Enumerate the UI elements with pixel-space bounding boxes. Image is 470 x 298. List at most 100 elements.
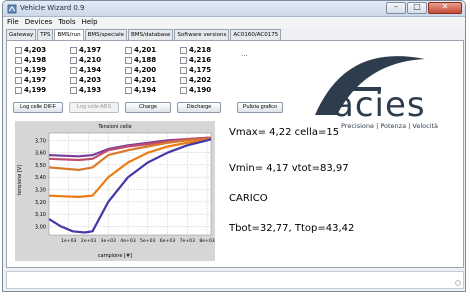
discharge-button[interactable]: Discharge bbox=[177, 102, 221, 113]
cell-item: 4,198 bbox=[15, 56, 46, 64]
cell-voltage: 4,197 bbox=[24, 76, 47, 84]
cell-item: 4,202 bbox=[180, 76, 211, 84]
log-diff-button[interactable]: Log celle DIFF bbox=[13, 102, 63, 113]
vmin-readout: Vmin= 4,17 vtot=83,97 bbox=[229, 163, 349, 174]
cell-checkbox[interactable] bbox=[70, 66, 77, 74]
cell-voltage: 4,203 bbox=[24, 46, 47, 54]
cell-checkbox[interactable] bbox=[70, 76, 77, 84]
y-tick-label: 3,40 bbox=[35, 175, 46, 181]
chart-x-axis-label: campione [#] bbox=[97, 253, 133, 259]
x-tick-label: 1e+03 bbox=[61, 238, 77, 244]
minimize-icon: – bbox=[394, 2, 398, 11]
cell-item: 4,190 bbox=[180, 86, 211, 94]
cell-item: 4,199 bbox=[15, 66, 46, 74]
vmax-readout: Vmax= 4,22 cella=15 bbox=[229, 127, 340, 138]
cell-checkbox[interactable] bbox=[180, 86, 187, 94]
charge-button[interactable]: Charge bbox=[125, 102, 171, 113]
cell-checkbox[interactable] bbox=[180, 76, 187, 84]
menu-help[interactable]: Help bbox=[82, 17, 98, 28]
cell-item: 4,201 bbox=[125, 46, 156, 54]
cell-voltage: 4,216 bbox=[189, 56, 212, 64]
cell-checkbox[interactable] bbox=[125, 76, 132, 84]
log-abs-button[interactable]: Log celle ABS bbox=[69, 102, 119, 113]
cell-checkbox[interactable] bbox=[180, 66, 187, 74]
tab-software-versions[interactable]: Software versions bbox=[174, 29, 230, 40]
cell-checkbox[interactable] bbox=[15, 56, 22, 64]
cell-voltage: 4,193 bbox=[79, 86, 102, 94]
status-bar bbox=[6, 271, 464, 289]
cell-checkbox[interactable] bbox=[15, 66, 22, 74]
cell-checkbox[interactable] bbox=[125, 86, 132, 94]
x-tick-label: 8e+03 bbox=[199, 238, 215, 244]
acies-logo: acies Precisione | Potenza | Velocità bbox=[315, 56, 438, 130]
cell-item: 4,175 bbox=[180, 66, 211, 74]
cell-checkbox[interactable] bbox=[70, 56, 77, 64]
tab-bms-database[interactable]: BMS/database bbox=[128, 29, 174, 40]
app-icon bbox=[7, 4, 17, 14]
cell-voltage: 4,202 bbox=[189, 76, 212, 84]
cell-item: 4,210 bbox=[70, 56, 101, 64]
tab-gateway[interactable]: Gateway bbox=[6, 29, 37, 40]
cell-item: 4,199 bbox=[15, 86, 46, 94]
charge-state-readout: CARICO bbox=[229, 193, 268, 204]
cell-voltage-chart: Tensioni celle tensione [V] 3,70 3,60 3,50… bbox=[15, 121, 215, 261]
tab-bar: Gateway TPS BMS/run BMS/speciale BMS/dat… bbox=[6, 29, 282, 40]
logo-wordmark: acies bbox=[333, 85, 426, 125]
title-bar[interactable]: Vehicle Wizard 0.9 – □ ✕ bbox=[3, 1, 465, 17]
cell-checkbox[interactable] bbox=[180, 46, 187, 54]
cell-checkbox[interactable] bbox=[125, 56, 132, 64]
cell-voltage: 4,198 bbox=[24, 56, 47, 64]
cell-item: 4,194 bbox=[125, 86, 156, 94]
cell-item: 4,203 bbox=[70, 76, 101, 84]
menu-file[interactable]: File bbox=[7, 17, 19, 28]
y-tick-label: 3,20 bbox=[35, 200, 46, 206]
cell-checkbox[interactable] bbox=[125, 66, 132, 74]
tab-tps[interactable]: TPS bbox=[37, 29, 54, 40]
cell-checkbox[interactable] bbox=[125, 46, 132, 54]
cell-voltage: 4,175 bbox=[189, 66, 212, 74]
tab-bms-run[interactable]: BMS/run bbox=[54, 29, 84, 40]
x-tick-label: 3e+03 bbox=[101, 238, 117, 244]
cell-voltage: 4,194 bbox=[134, 86, 157, 94]
cell-item: 4,197 bbox=[15, 76, 46, 84]
cell-item: 4,193 bbox=[70, 86, 101, 94]
menu-bar: File Devices Tools Help bbox=[3, 17, 465, 28]
x-tick-label: 6e+03 bbox=[160, 238, 176, 244]
window-controls: – □ ✕ bbox=[385, 2, 462, 14]
y-tick-label: 3,60 bbox=[35, 151, 46, 157]
close-button[interactable]: ✕ bbox=[428, 2, 462, 14]
cell-item: 4,218 bbox=[180, 46, 211, 54]
y-tick-label: 3,50 bbox=[35, 163, 46, 169]
main-window: Vehicle Wizard 0.9 – □ ✕ File Devices To… bbox=[2, 0, 466, 292]
cell-checkbox[interactable] bbox=[180, 56, 187, 64]
x-tick-label: 5e+03 bbox=[140, 238, 156, 244]
cell-checkbox[interactable] bbox=[70, 86, 77, 94]
cell-checkbox[interactable] bbox=[15, 86, 22, 94]
menu-tools[interactable]: Tools bbox=[58, 17, 75, 28]
tab-ac0160-ac0175[interactable]: AC0160/AC0175 bbox=[230, 29, 282, 40]
cell-voltage: 4,200 bbox=[134, 66, 157, 74]
cell-checkbox[interactable] bbox=[70, 46, 77, 54]
y-tick-label: 3,00 bbox=[35, 224, 46, 230]
clear-chart-button[interactable]: Pulizia grafico bbox=[237, 102, 283, 113]
cell-voltage: 4,188 bbox=[134, 56, 157, 64]
bms-run-panel: 4,203 4,198 4,199 4,197 4,199 4,197 4,21… bbox=[6, 40, 464, 268]
window-title: Vehicle Wizard 0.9 bbox=[20, 4, 85, 12]
cell-voltage: 4,210 bbox=[79, 56, 102, 64]
maximize-button[interactable]: □ bbox=[407, 2, 427, 14]
y-tick-label: 3,70 bbox=[35, 138, 46, 144]
resize-grip-icon[interactable] bbox=[455, 280, 461, 286]
cell-item: 4,216 bbox=[180, 56, 211, 64]
cell-checkbox[interactable] bbox=[15, 46, 22, 54]
cell-voltage: 4,201 bbox=[134, 46, 157, 54]
cell-voltage: 4,199 bbox=[24, 66, 47, 74]
cell-item: 4,201 bbox=[125, 76, 156, 84]
x-tick-label: 2e+03 bbox=[81, 238, 97, 244]
minimize-button[interactable]: – bbox=[386, 2, 406, 14]
plot-area bbox=[48, 132, 212, 236]
cell-voltage: 4,203 bbox=[79, 76, 102, 84]
y-tick-label: 3,30 bbox=[35, 188, 46, 194]
tab-bms-speciale[interactable]: BMS/speciale bbox=[84, 29, 128, 40]
menu-devices[interactable]: Devices bbox=[25, 17, 53, 28]
cell-checkbox[interactable] bbox=[15, 76, 22, 84]
